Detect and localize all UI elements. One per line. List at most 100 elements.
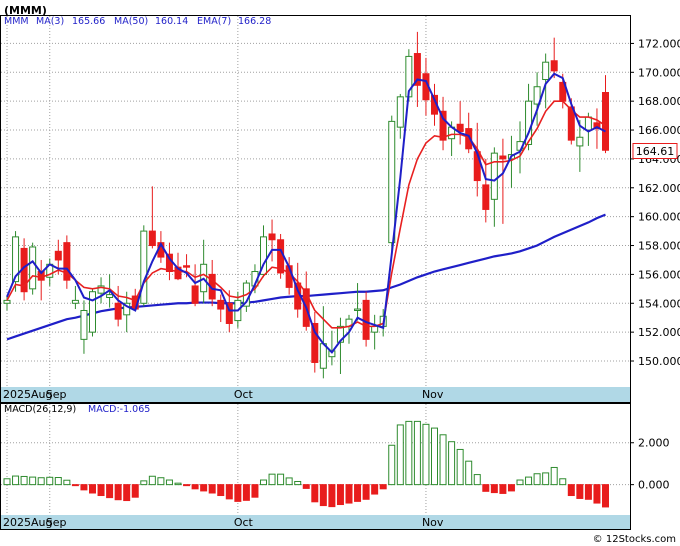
candle-body: [602, 92, 609, 151]
macd-tick-label: 2.000: [638, 437, 670, 450]
svg-text:MACD(26,12,9) MACD:-1.065: MACD(26,12,9) MACD:-1.065: [4, 404, 150, 415]
candle-body: [89, 291, 96, 333]
macd-bar-negative: [71, 484, 79, 487]
macd-bar-negative: [208, 484, 216, 494]
up-candle: [89, 288, 96, 337]
price-tick-labels: 150.000 152.000 154.000 156.000 158.000 160.0…: [630, 37, 680, 368]
macd-date-label: Sep: [46, 516, 67, 529]
candle-body: [584, 116, 592, 131]
candle-body: [550, 60, 558, 72]
candle-body: [71, 299, 79, 304]
legend-ma50-label: MA(50): [114, 16, 148, 27]
site-credit: © 12Stocks.com: [593, 534, 676, 545]
macd-bar-negative: [593, 484, 601, 504]
macd-date-label: Nov: [422, 516, 444, 529]
macd-bar-positive: [550, 466, 558, 486]
price-tick-label: 152.000: [638, 326, 680, 339]
macd-bar-positive: [559, 478, 567, 486]
macd-bar-positive: [525, 476, 533, 486]
macd-bar-positive: [439, 434, 447, 486]
candle-body: [490, 152, 498, 200]
price-tick-label: 156.000: [638, 268, 680, 281]
macd-bar-positive: [473, 474, 481, 486]
chart-canvas: (MMM) 150.000152.000154.000156.000158.00…: [0, 4, 680, 545]
candle-body: [54, 250, 62, 261]
macd-bar-positive: [37, 477, 45, 486]
candle-body: [319, 343, 327, 369]
svg-text:MMM MA(3) 165.66: MMM MA(3) 165.66 MA(50) 160.14 EMA(7) 16…: [4, 16, 271, 27]
macd-bar-negative: [251, 484, 259, 498]
macd-bar-negative: [499, 484, 507, 494]
macd-bar-negative: [106, 484, 114, 499]
macd-bar-negative: [89, 484, 96, 494]
macd-bar-negative: [234, 484, 242, 502]
macd-bar-negative: [225, 484, 233, 500]
price-tick-label: 162.000: [638, 182, 680, 195]
macd-date-label: Oct: [234, 516, 254, 529]
macd-bar-negative: [490, 484, 498, 494]
macd-bar-positive: [148, 475, 156, 486]
price-date-label: Nov: [422, 388, 444, 401]
candle-body: [148, 230, 156, 247]
last-price-tag: 164.61: [632, 143, 678, 159]
macd-date-axis-band: [1, 515, 630, 529]
macd-bar-negative: [584, 484, 592, 500]
macd-bar-negative: [242, 484, 250, 501]
up-candle: [29, 242, 37, 295]
candle-body: [217, 299, 225, 310]
price-tick-label: 154.000: [638, 297, 680, 310]
price-tick-label: 158.000: [638, 240, 680, 253]
macd-bar-negative: [354, 484, 362, 502]
price-tick-label: 170.000: [638, 66, 680, 79]
macd-bar-positive: [285, 477, 293, 486]
macd-params-label: MACD(26,12,9): [4, 404, 76, 415]
macd-bar-negative: [302, 484, 310, 489]
macd-bar-positive: [54, 477, 62, 486]
macd-bar-positive: [465, 460, 473, 486]
macd-bar-positive: [46, 476, 54, 486]
last-price-label: 164.61: [636, 145, 675, 158]
price-tick-label: 150.000: [638, 355, 680, 368]
macd-bar-positive: [405, 420, 413, 486]
macd-bar-negative: [362, 484, 370, 500]
macd-bar-negative: [200, 484, 208, 492]
candle-body: [576, 136, 584, 147]
macd-bar-negative: [191, 484, 199, 490]
macd-bar-positive: [20, 475, 28, 486]
price-date-axis-band: [1, 387, 630, 402]
candle-body: [114, 302, 122, 320]
macd-value-label: MACD:-1.065: [88, 404, 150, 415]
macd-bar-negative: [576, 484, 584, 499]
up-candle: [140, 225, 148, 307]
macd-bar-positive: [533, 473, 541, 486]
macd-bar-positive: [268, 473, 276, 486]
macd-bar-positive: [456, 448, 464, 486]
macd-bar-positive: [422, 423, 430, 486]
macd-bar-positive: [448, 441, 456, 486]
candle-body: [140, 230, 148, 304]
price-tick-label: 160.000: [638, 211, 680, 224]
macd-bar-negative: [80, 484, 88, 491]
macd-bar-negative: [217, 484, 225, 497]
macd-bar-positive: [277, 473, 285, 486]
macd-bar-positive: [413, 420, 421, 486]
candle-body: [482, 184, 490, 210]
macd-bar-negative: [567, 484, 575, 497]
macd-bar-negative: [311, 484, 319, 503]
macd-bar-negative: [319, 484, 327, 507]
macd-bar-positive: [294, 480, 302, 486]
macd-bar-positive: [3, 478, 11, 486]
macd-bar-negative: [345, 484, 353, 504]
candle-body: [354, 308, 362, 311]
macd-bar-negative: [183, 484, 191, 487]
legend-ma3-label: MA(3): [36, 16, 64, 27]
macd-bar-negative: [602, 484, 609, 508]
macd-bar-negative: [507, 484, 515, 492]
macd-bar-negative: [336, 484, 344, 506]
down-candle: [362, 291, 370, 347]
macd-bar-negative: [371, 484, 379, 495]
macd-bar-positive: [431, 427, 438, 486]
macd-bar-positive: [29, 476, 37, 486]
legend-symbol: MMM: [4, 16, 29, 27]
legend-ma50-value: 160.14: [155, 16, 188, 27]
